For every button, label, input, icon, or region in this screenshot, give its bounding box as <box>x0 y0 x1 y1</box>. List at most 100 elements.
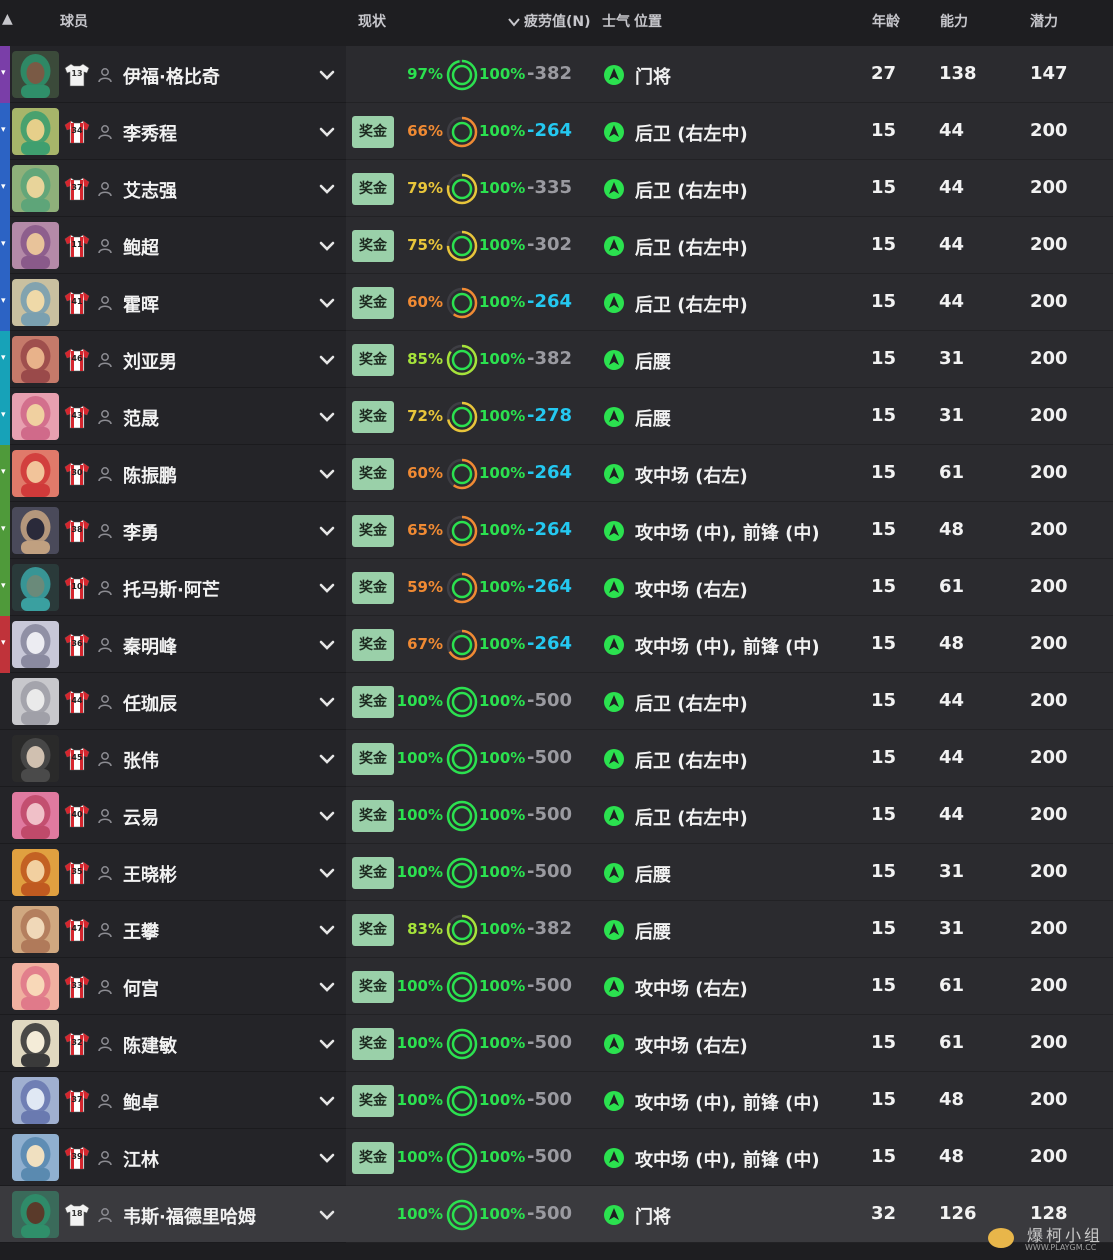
header-player[interactable]: 球员 <box>60 11 88 31</box>
player-name[interactable]: 江林 <box>123 1146 159 1172</box>
avatar[interactable] <box>12 849 59 896</box>
table-row[interactable]: 45 张伟 奖金 100% 100% -500 后卫 (右左中) 15 44 200 <box>0 730 1113 787</box>
player-name[interactable]: 王晓彬 <box>123 861 177 887</box>
player-name[interactable]: 陈建敏 <box>123 1032 177 1058</box>
expand-arrow-icon[interactable]: ▾ <box>1 581 6 591</box>
chevron-down-icon[interactable] <box>318 1036 336 1050</box>
table-row[interactable]: 39 江林 奖金 100% 100% -500 攻中场 (中), 前锋 (中) 15 48 200 <box>0 1129 1113 1186</box>
header-ability[interactable]: 能力 <box>940 11 968 31</box>
bonus-button[interactable]: 奖金 <box>352 743 394 775</box>
avatar[interactable] <box>12 1077 59 1124</box>
avatar[interactable] <box>12 336 59 383</box>
bonus-button[interactable]: 奖金 <box>352 458 394 490</box>
table-row[interactable]: 18 韦斯·福德里哈姆 100% 100% -500 门将 32 126 128 <box>0 1186 1113 1243</box>
bonus-button[interactable]: 奖金 <box>352 230 394 262</box>
player-name[interactable]: 范晟 <box>123 405 159 431</box>
avatar[interactable] <box>12 906 59 953</box>
table-row[interactable]: ▾ 13 伊福·格比奇 97% 100% -382 门将 27 138 147 <box>0 46 1113 103</box>
chevron-down-icon[interactable] <box>318 1150 336 1164</box>
player-name[interactable]: 云易 <box>123 804 159 830</box>
table-row[interactable]: ▾ 46 刘亚男 奖金 85% 100% -382 后腰 15 31 200 <box>0 331 1113 388</box>
chevron-down-icon[interactable] <box>318 637 336 651</box>
player-name[interactable]: 秦明峰 <box>123 633 177 659</box>
bonus-button[interactable]: 奖金 <box>352 1085 394 1117</box>
player-name[interactable]: 鲍超 <box>123 234 159 260</box>
chevron-down-icon[interactable] <box>318 1207 336 1221</box>
chevron-down-icon[interactable] <box>318 466 336 480</box>
avatar[interactable] <box>12 621 59 668</box>
player-name[interactable]: 霍晖 <box>123 291 159 317</box>
chevron-down-icon[interactable] <box>318 922 336 936</box>
avatar[interactable] <box>12 51 59 98</box>
bonus-button[interactable]: 奖金 <box>352 800 394 832</box>
chevron-down-icon[interactable] <box>318 181 336 195</box>
player-name[interactable]: 伊福·格比奇 <box>123 63 220 89</box>
table-row[interactable]: 33 何宫 奖金 100% 100% -500 攻中场 (右左) 15 61 200 <box>0 958 1113 1015</box>
table-row[interactable]: ▾ 43 范晟 奖金 72% 100% -278 后腰 15 31 200 <box>0 388 1113 445</box>
table-row[interactable]: 37 鲍卓 奖金 100% 100% -500 攻中场 (中), 前锋 (中) 15 48 200 <box>0 1072 1113 1129</box>
table-row[interactable]: ▾ 30 陈振鹏 奖金 60% 100% -264 攻中场 (右左) 15 61 200 <box>0 445 1113 502</box>
bonus-button[interactable]: 奖金 <box>352 116 394 148</box>
table-row[interactable]: 40 云易 奖金 100% 100% -500 后卫 (右左中) 15 44 200 <box>0 787 1113 844</box>
avatar[interactable] <box>12 564 59 611</box>
chevron-down-icon[interactable] <box>318 523 336 537</box>
avatar[interactable] <box>12 792 59 839</box>
header-position[interactable]: 位置 <box>634 11 662 31</box>
table-row[interactable]: ▾ 38 李勇 奖金 65% 100% -264 攻中场 (中), 前锋 (中) 15 48 200 <box>0 502 1113 559</box>
sort-up-icon[interactable]: ▲ <box>2 11 13 27</box>
chevron-down-icon[interactable] <box>318 295 336 309</box>
table-row[interactable]: 47 王攀 奖金 83% 100% -382 后腰 15 31 200 <box>0 901 1113 958</box>
player-name[interactable]: 任珈辰 <box>123 690 177 716</box>
chevron-down-icon[interactable] <box>318 580 336 594</box>
table-row[interactable]: 35 王晓彬 奖金 100% 100% -500 后腰 15 31 200 <box>0 844 1113 901</box>
chevron-down-icon[interactable] <box>318 808 336 822</box>
table-row[interactable]: 44 任珈辰 奖金 100% 100% -500 后卫 (右左中) 15 44 200 <box>0 673 1113 730</box>
header-potential[interactable]: 潜力 <box>1030 11 1058 31</box>
avatar[interactable] <box>12 963 59 1010</box>
expand-arrow-icon[interactable]: ▾ <box>1 68 6 78</box>
chevron-down-icon[interactable] <box>318 238 336 252</box>
expand-arrow-icon[interactable]: ▾ <box>1 353 6 363</box>
table-row[interactable]: ▾ 37 艾志强 奖金 79% 100% -335 后卫 (右左中) 15 44 200 <box>0 160 1113 217</box>
bonus-button[interactable]: 奖金 <box>352 173 394 205</box>
player-name[interactable]: 陈振鹏 <box>123 462 177 488</box>
avatar[interactable] <box>12 450 59 497</box>
avatar[interactable] <box>12 507 59 554</box>
expand-arrow-icon[interactable]: ▾ <box>1 638 6 648</box>
chevron-down-icon[interactable] <box>318 865 336 879</box>
chevron-down-icon[interactable] <box>318 694 336 708</box>
bonus-button[interactable]: 奖金 <box>352 629 394 661</box>
bonus-button[interactable]: 奖金 <box>352 971 394 1003</box>
player-name[interactable]: 艾志强 <box>123 177 177 203</box>
chevron-down-icon[interactable] <box>318 1093 336 1107</box>
expand-arrow-icon[interactable]: ▾ <box>1 410 6 420</box>
player-name[interactable]: 刘亚男 <box>123 348 177 374</box>
avatar[interactable] <box>12 222 59 269</box>
avatar[interactable] <box>12 165 59 212</box>
chevron-down-icon[interactable] <box>318 67 336 81</box>
bonus-button[interactable]: 奖金 <box>352 572 394 604</box>
player-name[interactable]: 李勇 <box>123 519 159 545</box>
header-age[interactable]: 年龄 <box>872 11 900 31</box>
player-name[interactable]: 托马斯·阿芒 <box>123 576 220 602</box>
table-row[interactable]: ▾ 34 李秀程 奖金 66% 100% -264 后卫 (右左中) 15 44 200 <box>0 103 1113 160</box>
header-morale[interactable]: 士气 <box>602 11 630 31</box>
bonus-button[interactable]: 奖金 <box>352 344 394 376</box>
player-name[interactable]: 张伟 <box>123 747 159 773</box>
avatar[interactable] <box>12 393 59 440</box>
bonus-button[interactable]: 奖金 <box>352 401 394 433</box>
table-row[interactable]: ▾ 36 秦明峰 奖金 67% 100% -264 攻中场 (中), 前锋 (中) 15 48 20… <box>0 616 1113 673</box>
chevron-down-icon[interactable] <box>318 409 336 423</box>
player-name[interactable]: 鲍卓 <box>123 1089 159 1115</box>
avatar[interactable] <box>12 735 59 782</box>
table-row[interactable]: ▾ 41 霍晖 奖金 60% 100% -264 后卫 (右左中) 15 44 200 <box>0 274 1113 331</box>
expand-arrow-icon[interactable]: ▾ <box>1 524 6 534</box>
table-row[interactable]: ▾ 10 托马斯·阿芒 奖金 59% 100% -264 攻中场 (右左) 15 61 200 <box>0 559 1113 616</box>
player-name[interactable]: 李秀程 <box>123 120 177 146</box>
bonus-button[interactable]: 奖金 <box>352 686 394 718</box>
player-name[interactable]: 王攀 <box>123 918 159 944</box>
player-name[interactable]: 何宫 <box>123 975 159 1001</box>
expand-arrow-icon[interactable]: ▾ <box>1 182 6 192</box>
chevron-down-icon[interactable] <box>318 751 336 765</box>
table-row[interactable]: 32 陈建敏 奖金 100% 100% -500 攻中场 (右左) 15 61 200 <box>0 1015 1113 1072</box>
